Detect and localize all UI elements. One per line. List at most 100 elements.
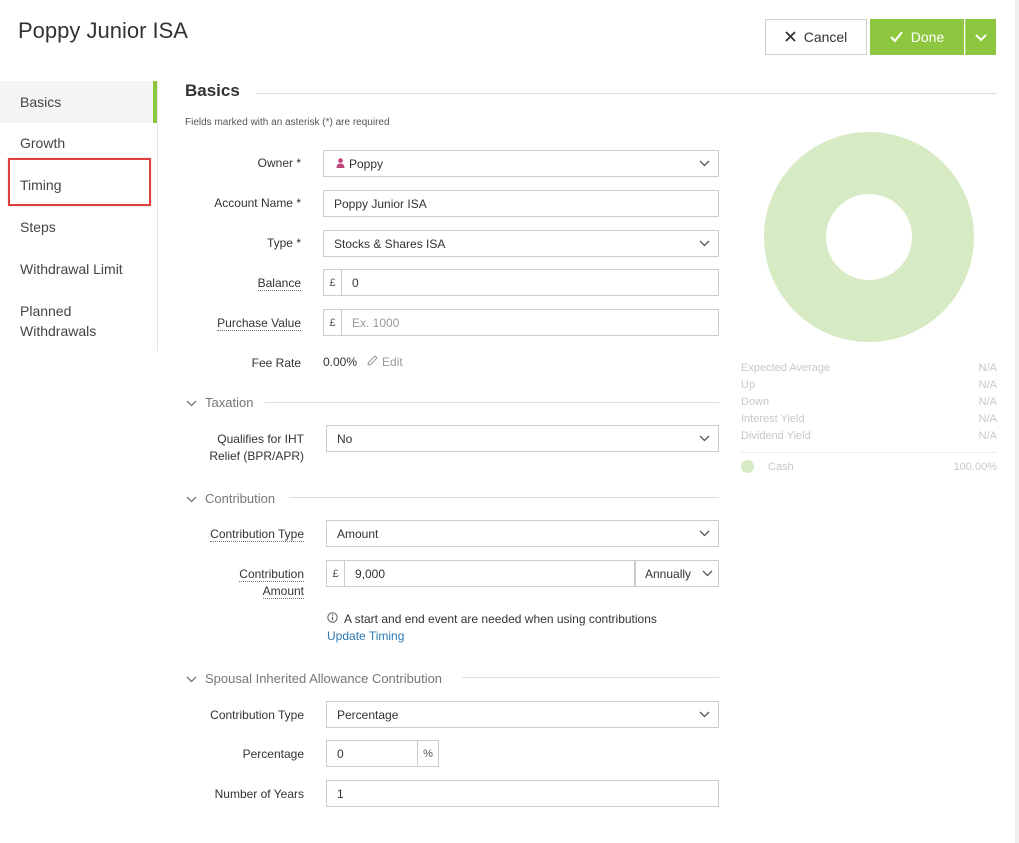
done-label: Done <box>910 29 945 45</box>
iht-relief-select[interactable]: No <box>326 425 719 452</box>
spousal-contribution-type-label: Contribution Type <box>210 708 304 722</box>
purchase-value-placeholder: Ex. 1000 <box>352 315 400 330</box>
divider <box>289 497 719 498</box>
iht-relief-label: Qualifies for IHT Relief (BPR/APR) <box>209 432 304 463</box>
stat-row: Expected Average N/A <box>741 362 997 374</box>
section-title: Basics <box>185 81 240 100</box>
sidebar-item-basics[interactable]: Basics <box>0 81 157 123</box>
sidebar-item-label: Steps <box>20 219 56 235</box>
legend-item-cash: Cash 100.00% <box>741 460 997 473</box>
legend-swatch <box>741 460 754 473</box>
person-icon <box>324 157 345 171</box>
taxation-toggle[interactable]: Taxation <box>186 395 253 410</box>
balance-input[interactable]: £ 0 <box>323 269 719 296</box>
chevron-down-icon <box>696 570 718 577</box>
iht-relief-value: No <box>337 431 353 446</box>
sidebar-item-label: Basics <box>20 94 62 110</box>
type-label: Type * <box>266 236 301 250</box>
fee-rate-label: Fee Rate <box>251 356 301 370</box>
balance-label: Balance <box>257 276 301 291</box>
chevron-down-icon <box>186 395 197 410</box>
percent-suffix: % <box>417 741 438 766</box>
stat-row: Dividend Yield N/A <box>741 430 997 442</box>
sidebar-item-planned-withdrawals[interactable]: Planned Withdrawals <box>0 296 157 346</box>
sidebar-item-label: Withdrawal Limit <box>20 261 123 277</box>
contribution-type-select[interactable]: Amount <box>326 520 719 547</box>
check-icon <box>890 29 903 45</box>
divider <box>462 677 719 678</box>
chevron-down-icon <box>975 30 987 45</box>
allocation-donut-chart <box>764 132 974 342</box>
chevron-down-icon <box>186 491 197 506</box>
type-value: Stocks & Shares ISA <box>334 236 446 251</box>
close-icon <box>785 29 796 45</box>
chevron-down-icon <box>690 711 718 718</box>
sidebar-item-label: Withdrawals <box>20 323 97 339</box>
contribution-type-label: Contribution Type <box>210 527 304 542</box>
donut-slice-cash <box>764 132 974 342</box>
stat-row: Interest Yield N/A <box>741 413 997 425</box>
number-of-years-value: 1 <box>337 786 344 801</box>
timing-highlight-box <box>8 158 151 206</box>
sidebar-item-label: Planned <box>20 303 72 319</box>
balance-value: 0 <box>352 275 359 290</box>
fee-rate-edit-link[interactable]: Edit <box>367 355 403 369</box>
frequency-select[interactable]: Annually <box>635 560 719 587</box>
chevron-down-icon <box>690 240 718 247</box>
percentage-label: Percentage <box>242 747 304 761</box>
spousal-contribution-type-select[interactable]: Percentage <box>326 701 719 728</box>
owner-label: Owner * <box>257 156 301 170</box>
spousal-toggle[interactable]: Spousal Inherited Allowance Contribution <box>186 671 442 686</box>
stat-row: Up N/A <box>741 379 997 391</box>
contribution-type-value: Amount <box>337 526 379 541</box>
sidebar-item-label: Growth <box>20 135 66 151</box>
fee-rate-value: 0.00% <box>323 355 358 369</box>
info-text: A start and end event are needed when us… <box>344 612 657 626</box>
chevron-down-icon <box>186 671 197 686</box>
currency-prefix: £ <box>324 310 342 335</box>
chevron-down-icon <box>690 530 718 537</box>
chevron-down-icon <box>690 435 718 442</box>
contribution-toggle[interactable]: Contribution <box>186 491 275 506</box>
sidebar-item-steps[interactable]: Steps <box>0 206 157 248</box>
chevron-down-icon <box>690 160 718 167</box>
currency-prefix: £ <box>327 561 345 586</box>
taxation-heading: Taxation <box>205 395 254 410</box>
contribution-amount-input[interactable]: £ 9,000 <box>326 560 635 587</box>
currency-prefix: £ <box>324 270 342 295</box>
account-name-value: Poppy Junior ISA <box>334 196 427 211</box>
scrollbar[interactable] <box>1015 0 1019 843</box>
purchase-value-input[interactable]: £ Ex. 1000 <box>323 309 719 336</box>
contribution-heading: Contribution <box>205 491 276 506</box>
account-name-label: Account Name * <box>214 196 301 210</box>
sidebar-item-withdrawal-limit[interactable]: Withdrawal Limit <box>0 248 157 290</box>
done-button[interactable]: Done <box>870 19 964 55</box>
done-options-button[interactable] <box>965 19 996 55</box>
info-icon <box>327 612 338 626</box>
legend-value: 100.00% <box>953 460 997 473</box>
owner-value: Poppy <box>349 156 384 171</box>
update-timing-link[interactable]: Update Timing <box>327 629 404 643</box>
contribution-amount-label: Contribution Amount <box>239 567 304 599</box>
number-of-years-input[interactable]: 1 <box>326 780 719 807</box>
required-note: Fields marked with an asterisk (*) are r… <box>185 117 390 128</box>
number-of-years-label: Number of Years <box>214 787 304 801</box>
owner-select[interactable]: Poppy <box>323 150 719 177</box>
stat-row: Down N/A <box>741 396 997 408</box>
purchase-value-label: Purchase Value <box>217 316 301 331</box>
account-name-input[interactable]: Poppy Junior ISA <box>323 190 719 217</box>
contribution-info: A start and end event are needed when us… <box>327 612 657 626</box>
page-title: Poppy Junior ISA <box>18 18 188 43</box>
spousal-contribution-type-value: Percentage <box>337 707 399 722</box>
type-select[interactable]: Stocks & Shares ISA <box>323 230 719 257</box>
cancel-label: Cancel <box>803 29 848 45</box>
legend-label: Cash <box>768 460 794 473</box>
divider <box>741 452 997 453</box>
percentage-input[interactable]: 0 % <box>326 740 439 767</box>
frequency-value: Annually <box>645 566 692 581</box>
contribution-amount-value: 9,000 <box>355 566 386 581</box>
divider <box>256 93 997 94</box>
cancel-button[interactable]: Cancel <box>765 19 867 55</box>
divider <box>265 402 719 403</box>
edit-label: Edit <box>382 355 403 369</box>
